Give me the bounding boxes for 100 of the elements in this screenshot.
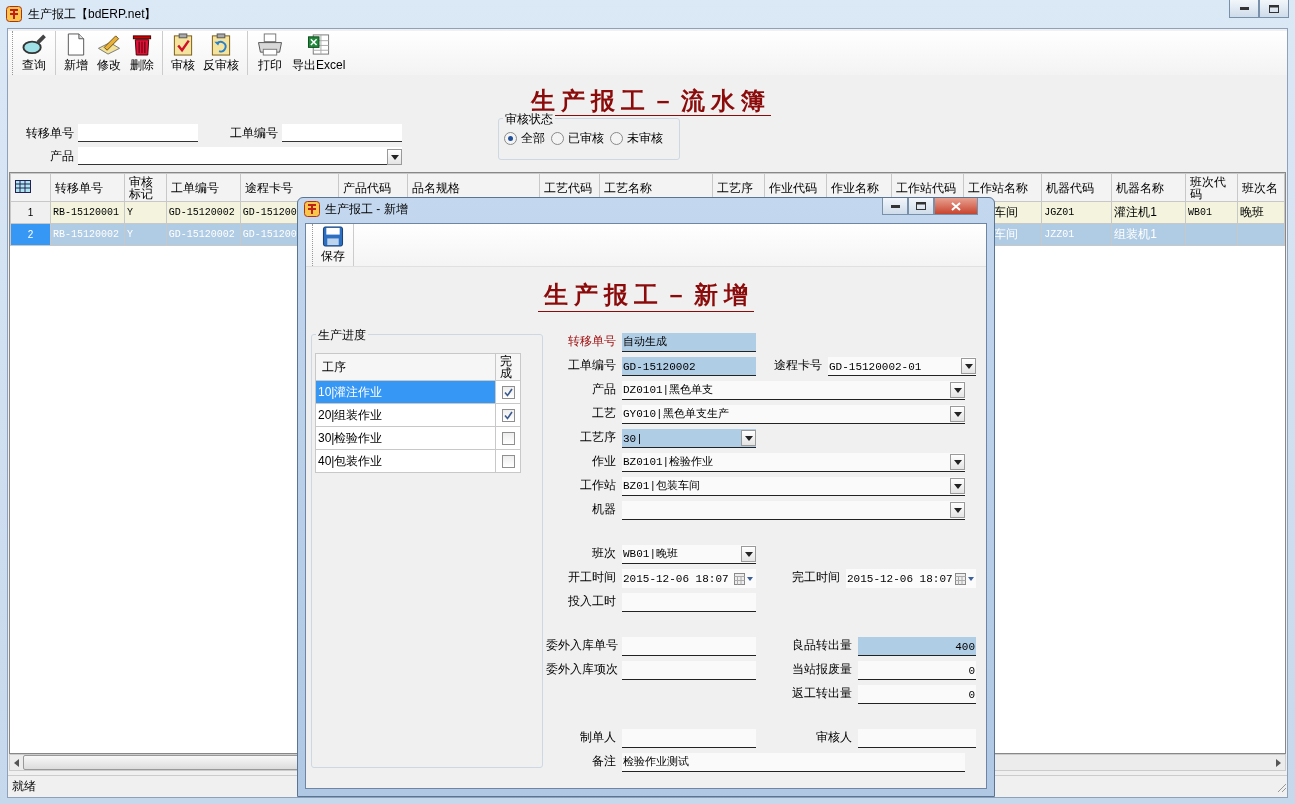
- table-cell: JZZ01: [1044, 229, 1075, 240]
- combo-box[interactable]: BZ01|包装车间: [622, 477, 965, 496]
- dropdown-button[interactable]: [961, 358, 976, 374]
- input-field[interactable]: 检验作业测试: [622, 753, 965, 772]
- table-cell: GD-15120002: [168, 207, 235, 218]
- toolbar-button[interactable]: 审核: [167, 31, 199, 75]
- dropdown-button[interactable]: [950, 454, 965, 470]
- input-field[interactable]: [622, 729, 756, 748]
- column-header[interactable]: 工单编号: [166, 173, 241, 202]
- combo-box[interactable]: DZ0101|黑色单支: [622, 381, 965, 400]
- combo-box[interactable]: [622, 501, 965, 520]
- toolbar-button[interactable]: 导出Excel: [288, 31, 350, 75]
- dropdown-button[interactable]: [950, 382, 965, 398]
- left-arrow-icon[interactable]: [14, 758, 19, 767]
- radio-button[interactable]: 全部: [504, 130, 545, 147]
- field-label: 班次: [591, 545, 617, 562]
- column-header[interactable]: 机器名称: [1111, 173, 1186, 202]
- field-label: 委外入库项次: [546, 661, 619, 678]
- date-field[interactable]: 2015-12-06 18:07: [846, 569, 976, 588]
- dropdown-button[interactable]: [950, 406, 965, 422]
- magnifier-icon: [21, 33, 47, 56]
- field-label: 工作站: [579, 477, 617, 494]
- field-label: 良品转出量: [791, 637, 853, 654]
- checkbox[interactable]: [501, 454, 515, 468]
- toolbar-button[interactable]: 保存: [317, 224, 349, 266]
- maximize-button[interactable]: [908, 198, 934, 215]
- checkbox[interactable]: [501, 385, 515, 399]
- list-item[interactable]: 40|包装作业: [315, 449, 496, 473]
- input-field[interactable]: [78, 124, 198, 142]
- column-header[interactable]: 转移单号: [50, 173, 125, 202]
- input-field[interactable]: [622, 637, 756, 656]
- toolbar-button[interactable]: 打印: [252, 31, 288, 75]
- row-number: 1: [10, 201, 51, 224]
- column-header[interactable]: 班次代码: [1185, 173, 1238, 202]
- calendar-button[interactable]: [952, 572, 977, 585]
- caret-icon: [744, 551, 753, 557]
- column-header[interactable]: 途程卡号: [240, 173, 339, 202]
- toolbar-button[interactable]: 查询: [17, 31, 51, 75]
- field-label: 委外入库单号: [546, 637, 619, 654]
- toolbar-button[interactable]: 反审核: [199, 31, 243, 75]
- list-item[interactable]: 30|检验作业: [315, 426, 496, 450]
- right-arrow-icon[interactable]: [1276, 758, 1281, 767]
- dropdown-button[interactable]: [741, 546, 756, 562]
- combo-box[interactable]: BZ0101|检验作业: [622, 453, 965, 472]
- window-title: 生产报工【bdERP.net】: [28, 5, 157, 23]
- calendar-button[interactable]: [732, 572, 756, 585]
- input-field[interactable]: [858, 729, 976, 748]
- dropdown-button[interactable]: [950, 478, 965, 494]
- field-label: 制单人: [579, 729, 617, 746]
- input-field[interactable]: 400: [858, 637, 976, 656]
- checkbox[interactable]: [501, 408, 515, 422]
- input-field[interactable]: 0: [858, 685, 976, 704]
- table-cell: JGZ01: [1044, 207, 1075, 218]
- radio-button[interactable]: 未审核: [610, 130, 663, 147]
- column-header[interactable]: 机器代码: [1041, 173, 1112, 202]
- toolbar-button[interactable]: 删除: [126, 31, 158, 75]
- column-header[interactable]: 班次名: [1237, 173, 1285, 202]
- column-header[interactable]: 审核标记: [124, 173, 167, 202]
- input-field[interactable]: 0: [858, 661, 976, 680]
- field-label: 审核人: [815, 729, 853, 746]
- input-field[interactable]: [622, 661, 756, 680]
- input-field[interactable]: [622, 593, 756, 612]
- caret-icon: [964, 363, 973, 369]
- list-item[interactable]: 20|组装作业: [315, 403, 496, 427]
- input-field[interactable]: [282, 124, 402, 142]
- printer-icon: [256, 33, 284, 56]
- minimize-button[interactable]: [1229, 0, 1259, 18]
- table-icon: [15, 180, 31, 193]
- dropdown-button[interactable]: [387, 149, 402, 165]
- table-cell: GD-151200: [242, 207, 297, 218]
- combo-box[interactable]: GY010|黑色单支生产: [622, 405, 965, 424]
- app-icon: [6, 6, 22, 22]
- combo-box[interactable]: WB01|晚班: [622, 545, 756, 564]
- toolbar-button[interactable]: 修改: [92, 31, 126, 75]
- date-field[interactable]: 2015-12-06 18:07: [622, 569, 756, 588]
- combo-box[interactable]: 30|: [622, 429, 756, 448]
- field-label: 工单编号: [567, 357, 617, 374]
- close-icon: [951, 201, 961, 211]
- clipboard-check-icon: [172, 33, 194, 56]
- restore-button[interactable]: [1259, 0, 1289, 18]
- checkbox[interactable]: [501, 431, 515, 445]
- dropdown-button[interactable]: [950, 502, 965, 518]
- check-icon: [503, 410, 513, 420]
- combo-box[interactable]: GD-15120002-01: [828, 357, 976, 376]
- table-cell: 组装机1: [1114, 227, 1157, 241]
- field-label: 工艺: [591, 405, 617, 422]
- minimize-button[interactable]: [882, 198, 908, 215]
- minimize-icon: [1239, 7, 1249, 10]
- combo-box[interactable]: [78, 147, 402, 165]
- dropdown-button[interactable]: [741, 430, 756, 446]
- input-field[interactable]: 自动生成: [622, 333, 756, 352]
- field-label: 途程卡号: [773, 357, 823, 374]
- column-header[interactable]: 工序: [315, 353, 496, 381]
- toolbar-button[interactable]: 新增: [60, 31, 92, 75]
- table-cell: 晚班: [1239, 205, 1264, 219]
- table-cell: Y: [126, 207, 133, 218]
- column-header[interactable]: 工作站名称: [963, 173, 1042, 202]
- radio-button[interactable]: 已审核: [551, 130, 604, 147]
- input-field[interactable]: GD-15120002: [622, 357, 756, 376]
- close-button[interactable]: [934, 198, 978, 215]
